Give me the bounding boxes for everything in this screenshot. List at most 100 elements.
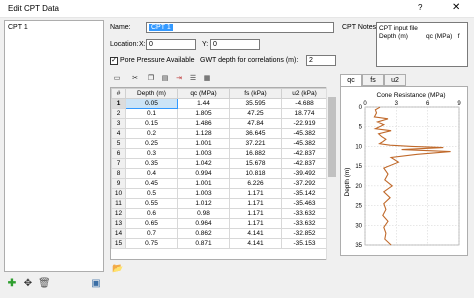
table-row[interactable]: 6 0.3 1.003 16.882 -42.837 bbox=[111, 148, 328, 159]
delete-icon[interactable]: 🗑 bbox=[38, 278, 51, 290]
table-icon[interactable]: ▭ bbox=[112, 74, 122, 84]
table-cell[interactable]: 36.645 bbox=[229, 128, 282, 139]
table-cell[interactable]: -42.837 bbox=[281, 148, 328, 159]
table-cell[interactable]: -35.463 bbox=[281, 198, 328, 209]
table-cell[interactable]: -33.632 bbox=[281, 218, 328, 229]
table-cell[interactable]: 0.2 bbox=[125, 128, 178, 139]
y-input[interactable]: 0 bbox=[210, 39, 260, 50]
table-row[interactable]: 5 0.25 1.001 37.221 -45.382 bbox=[111, 138, 328, 149]
tab-u2[interactable]: u2 bbox=[384, 74, 406, 86]
table-row[interactable]: 8 0.4 0.994 10.818 -39.492 bbox=[111, 168, 328, 179]
cpt-data-table[interactable]: # Depth (m) qc (MPa) fs (kPa) u2 (kPa) 1… bbox=[110, 87, 336, 260]
table-row[interactable]: 11 0.55 1.012 1.171 -35.463 bbox=[111, 198, 328, 209]
table-cell[interactable]: -42.837 bbox=[281, 158, 328, 169]
table-cell[interactable]: 0.871 bbox=[177, 238, 230, 249]
table-cell[interactable]: 10.818 bbox=[229, 168, 282, 179]
table-cell[interactable]: -35.153 bbox=[281, 238, 328, 249]
add-icon[interactable]: ✚ bbox=[6, 278, 18, 290]
table-cell[interactable]: 1.042 bbox=[177, 158, 230, 169]
name-input[interactable]: CPT 1 bbox=[146, 22, 334, 33]
table-cell[interactable]: 15.678 bbox=[229, 158, 282, 169]
cpt-list[interactable]: CPT 1 bbox=[4, 20, 104, 272]
table-cell[interactable]: 4.141 bbox=[229, 238, 282, 249]
table-cell[interactable]: 0.4 bbox=[125, 168, 178, 179]
table-cell[interactable]: -45.382 bbox=[281, 128, 328, 139]
table-cell[interactable]: 0.35 bbox=[125, 158, 178, 169]
table-row[interactable]: 9 0.45 1.001 6.226 -37.292 bbox=[111, 178, 328, 189]
table-cell[interactable]: 4.141 bbox=[229, 228, 282, 239]
insert-row-icon[interactable]: ⇥ bbox=[174, 74, 184, 84]
delete-row-icon[interactable]: ☰ bbox=[188, 74, 198, 84]
table-cell[interactable]: 1.486 bbox=[177, 118, 230, 129]
table-cell[interactable]: 0.994 bbox=[177, 168, 230, 179]
table-cell[interactable]: 0.75 bbox=[125, 238, 178, 249]
help-button[interactable]: ? bbox=[418, 3, 422, 12]
table-cell[interactable]: 47.25 bbox=[229, 108, 282, 119]
table-cell[interactable]: -32.852 bbox=[281, 228, 328, 239]
tab-fs[interactable]: fs bbox=[362, 74, 384, 86]
move-icon[interactable]: ✥ bbox=[22, 278, 34, 290]
table-row[interactable]: 14 0.7 0.862 4.141 -32.852 bbox=[111, 228, 328, 239]
table-row[interactable]: 10 0.5 1.003 1.171 -35.142 bbox=[111, 188, 328, 199]
col-header-qc[interactable]: qc (MPa) bbox=[177, 88, 230, 99]
col-header-fs[interactable]: fs (kPa) bbox=[229, 88, 282, 99]
scrollbar-thumb[interactable] bbox=[328, 97, 336, 177]
table-cell[interactable]: 1.128 bbox=[177, 128, 230, 139]
table-cell[interactable]: 1.171 bbox=[229, 198, 282, 209]
table-cell[interactable]: 0.7 bbox=[125, 228, 178, 239]
tab-qc[interactable]: qc bbox=[340, 74, 362, 86]
table-cell[interactable]: -45.382 bbox=[281, 138, 328, 149]
table-cell[interactable]: -33.632 bbox=[281, 208, 328, 219]
table-cell[interactable]: 0.65 bbox=[125, 218, 178, 229]
table-cell[interactable]: 0.6 bbox=[125, 208, 178, 219]
table-row[interactable]: 1 0.05 1.44 35.595 -4.688 bbox=[111, 98, 328, 109]
cpt-list-item[interactable]: CPT 1 bbox=[8, 24, 28, 31]
table-cell[interactable]: 16.882 bbox=[229, 148, 282, 159]
table-cell[interactable]: 1.44 bbox=[177, 98, 230, 109]
table-cell[interactable]: 1.001 bbox=[177, 138, 230, 149]
table-cell[interactable]: 0.45 bbox=[125, 178, 178, 189]
table-cell[interactable]: 0.25 bbox=[125, 138, 178, 149]
paste-icon[interactable]: ▤ bbox=[160, 74, 170, 84]
close-button[interactable]: ✕ bbox=[452, 2, 460, 13]
table-row[interactable]: 12 0.6 0.98 1.171 -33.632 bbox=[111, 208, 328, 219]
table-cell[interactable]: 1.001 bbox=[177, 178, 230, 189]
x-input[interactable]: 0 bbox=[146, 39, 196, 50]
copy-icon[interactable]: ❐ bbox=[146, 74, 156, 84]
table-cell[interactable]: 47.84 bbox=[229, 118, 282, 129]
table-cell[interactable]: 0.5 bbox=[125, 188, 178, 199]
table-row[interactable]: 4 0.2 1.128 36.645 -45.382 bbox=[111, 128, 328, 139]
table-cell[interactable]: 0.3 bbox=[125, 148, 178, 159]
table-cell[interactable]: -35.142 bbox=[281, 188, 328, 199]
gwt-input[interactable]: 2 bbox=[306, 55, 336, 66]
table-cell[interactable]: 1.171 bbox=[229, 188, 282, 199]
append-icon[interactable]: ▦ bbox=[202, 74, 212, 84]
table-cell[interactable]: 1.171 bbox=[229, 208, 282, 219]
cut-icon[interactable]: ✂ bbox=[130, 74, 140, 84]
table-cell[interactable]: 1.805 bbox=[177, 108, 230, 119]
table-cell[interactable]: -37.292 bbox=[281, 178, 328, 189]
col-header-depth[interactable]: Depth (m) bbox=[125, 88, 178, 99]
table-scrollbar[interactable] bbox=[326, 87, 336, 260]
table-row[interactable]: 15 0.75 0.871 4.141 -35.153 bbox=[111, 238, 328, 249]
table-row[interactable]: 13 0.65 0.964 1.171 -33.632 bbox=[111, 218, 328, 229]
table-cell[interactable]: 0.862 bbox=[177, 228, 230, 239]
table-cell[interactable]: 6.226 bbox=[229, 178, 282, 189]
pore-pressure-checkbox[interactable]: ✓ bbox=[110, 57, 118, 65]
table-cell[interactable]: -4.688 bbox=[281, 98, 328, 109]
properties-icon[interactable]: ▣ bbox=[90, 278, 102, 290]
table-row[interactable]: 7 0.35 1.042 15.678 -42.837 bbox=[111, 158, 328, 169]
table-cell[interactable]: 18.774 bbox=[281, 108, 328, 119]
table-cell[interactable]: 0.964 bbox=[177, 218, 230, 229]
table-cell[interactable]: 0.15 bbox=[125, 118, 178, 129]
table-cell[interactable]: 35.595 bbox=[229, 98, 282, 109]
table-cell[interactable]: 1.012 bbox=[177, 198, 230, 209]
table-cell[interactable]: 0.05 bbox=[125, 98, 178, 109]
folder-open-icon[interactable]: 📂 bbox=[112, 263, 123, 274]
table-cell[interactable]: 1.003 bbox=[177, 148, 230, 159]
table-cell[interactable]: 0.98 bbox=[177, 208, 230, 219]
table-row[interactable]: 2 0.1 1.805 47.25 18.774 bbox=[111, 108, 328, 119]
table-cell[interactable]: -39.492 bbox=[281, 168, 328, 179]
table-row[interactable]: 3 0.15 1.486 47.84 -22.919 bbox=[111, 118, 328, 129]
table-cell[interactable]: 1.171 bbox=[229, 218, 282, 229]
